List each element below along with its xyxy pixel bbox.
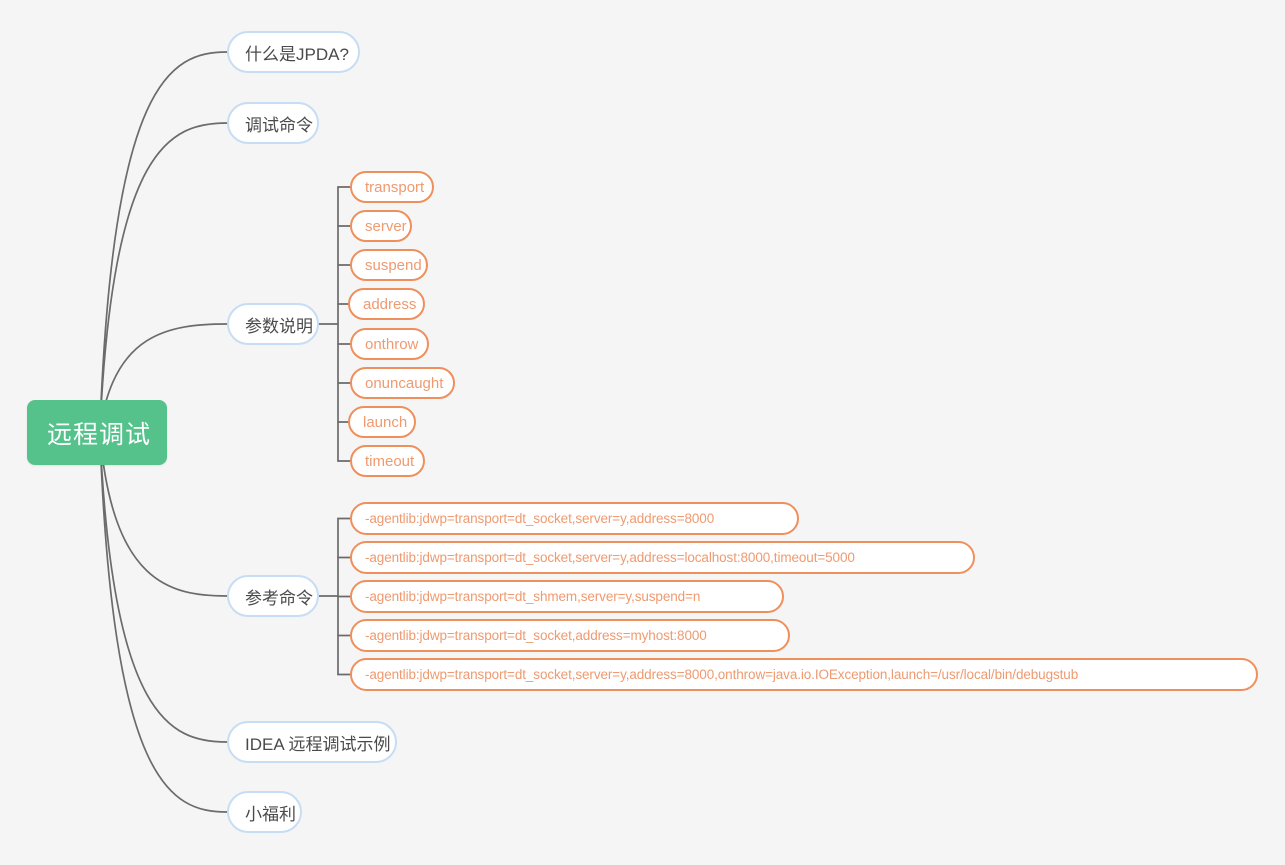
leaf-node-3-3[interactable]: -agentlib:jdwp=transport=dt_socket,addre…	[350, 619, 790, 652]
leaf-node-2-2[interactable]: suspend	[350, 249, 428, 281]
leaf-node-3-4[interactable]: -agentlib:jdwp=transport=dt_socket,serve…	[350, 658, 1258, 691]
connector-line	[98, 51, 228, 434]
connector-line	[98, 122, 228, 434]
mindmap-edges	[98, 51, 351, 813]
branch-node-0[interactable]: 什么是JPDA?	[227, 31, 360, 73]
branch-node-4[interactable]: IDEA 远程调试示例	[227, 721, 397, 763]
branch-node-3[interactable]: 参考命令	[227, 575, 319, 617]
root-node[interactable]: 远程调试	[27, 400, 167, 465]
leaf-node-3-2[interactable]: -agentlib:jdwp=transport=dt_shmem,server…	[350, 580, 784, 613]
connector-line	[98, 431, 228, 743]
leaf-node-2-0[interactable]: transport	[350, 171, 434, 203]
leaf-node-2-3[interactable]: address	[348, 288, 425, 320]
leaf-node-3-1[interactable]: -agentlib:jdwp=transport=dt_socket,serve…	[350, 541, 975, 574]
leaf-node-2-1[interactable]: server	[350, 210, 412, 242]
mindmap-canvas: 远程调试 什么是JPDA? 调试命令参数说明 transport server suspe…	[0, 0, 1285, 865]
connector-line	[98, 431, 228, 813]
branch-node-2[interactable]: 参数说明	[227, 303, 319, 345]
leaf-node-2-6[interactable]: launch	[348, 406, 416, 438]
leaf-node-2-7[interactable]: timeout	[350, 445, 425, 477]
leaf-node-2-5[interactable]: onuncaught	[350, 367, 455, 399]
branch-node-5[interactable]: 小福利	[227, 791, 302, 833]
leaf-node-2-4[interactable]: onthrow	[350, 328, 429, 360]
branch-node-1[interactable]: 调试命令	[227, 102, 319, 144]
leaf-node-3-0[interactable]: -agentlib:jdwp=transport=dt_socket,serve…	[350, 502, 799, 535]
